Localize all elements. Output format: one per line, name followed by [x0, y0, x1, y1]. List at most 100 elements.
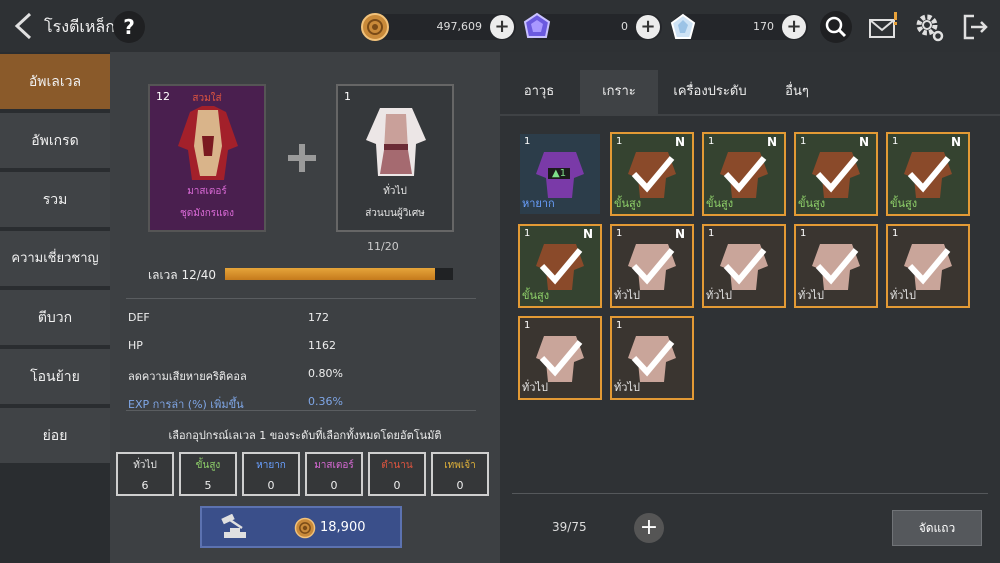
level-label: เลเวล 12/40 [148, 268, 217, 282]
wizard-top-armor-icon [366, 108, 426, 176]
search-icon [825, 16, 847, 38]
inventory-slot[interactable]: 1 ทั่วไป [610, 316, 694, 400]
material-grade: ทั่วไป [383, 186, 407, 197]
mail-icon[interactable] [868, 12, 898, 42]
help-button[interactable]: ? [113, 11, 145, 43]
inventory-slot[interactable]: 1 ทั่วไป [702, 224, 786, 308]
checkmark-icon [539, 340, 583, 377]
checkmark-icon [539, 248, 583, 285]
grade-filter-rare[interactable]: หายาก 0 [242, 452, 300, 496]
level-progress-bar [225, 268, 453, 280]
inventory-slot[interactable]: 1 N ขั้นสูง [518, 224, 602, 308]
checkmark-icon [723, 248, 767, 285]
checkmark-icon [907, 248, 951, 285]
grade-filter-master[interactable]: มาสเตอร์ 0 [305, 452, 363, 496]
inventory-panel: อาวุธ เกราะ เครื่องประดับ อื่นๆ 1 ▲1 หายาก… [500, 52, 1000, 563]
inventory-slot[interactable]: 1 N ขั้นสูง [794, 132, 878, 216]
inventory-slot[interactable]: 1 N ทั่วไป [610, 224, 694, 308]
target-name: ชุดมังกรแดง [179, 208, 234, 219]
crystal-currency: 170 + [670, 13, 808, 40]
expand-inventory-button[interactable]: + [634, 513, 664, 543]
menu-item-dismantle[interactable]: ย่อย [0, 408, 110, 464]
tab-accessories[interactable]: เครื่องประดับ [660, 70, 760, 114]
checkmark-icon [723, 156, 767, 193]
grade-filter-advanced[interactable]: ขั้นสูง 5 [179, 452, 237, 496]
sort-button[interactable]: จัดแถว [892, 510, 982, 546]
level-up-cost: 18,900 [320, 520, 366, 535]
purple-gem-amount: 0 [621, 20, 628, 33]
gear-icon[interactable] [914, 12, 944, 42]
menu-item-combine[interactable]: รวม [0, 172, 110, 228]
top-bar: โรงตีเหล็ก ? 497,609 + 0 + 170 + [0, 0, 1000, 52]
stat-hp-value: 1162 [308, 339, 336, 352]
inventory-slot[interactable]: 1 N ขั้นสูง [610, 132, 694, 216]
material-card[interactable]: 1 ทั่วไป ส่วนบนผู้วิเศษ [336, 84, 454, 232]
checkmark-icon [631, 248, 675, 285]
new-badge: N [675, 227, 686, 241]
tabs-underline [500, 114, 1000, 116]
grade-count: 0 [456, 479, 464, 492]
inventory-slot[interactable]: 1 ทั่วไป [886, 224, 970, 308]
grade-filter-legend[interactable]: ตำนาน 0 [368, 452, 426, 496]
material-level: 1 [344, 90, 351, 103]
slot-grade: ทั่วไป [522, 381, 548, 394]
gold-coin-icon [294, 517, 316, 539]
menu-item-upgrade[interactable]: อัพเกรด [0, 113, 110, 169]
stat-hp-label: HP [128, 339, 143, 352]
tab-armor[interactable]: เกราะ [580, 70, 658, 114]
auto-select-note: เลือกอุปกรณ์เลเวล 1 ของระดับที่เลือกทั้ง… [168, 429, 442, 442]
upgrade-arrow-badge: ▲1 [548, 168, 571, 179]
menu-item-transfer[interactable]: โอนย้าย [0, 349, 110, 405]
grade-label: มาสเตอร์ [314, 460, 354, 471]
menu-item-level-up[interactable]: อัพเลเวล [0, 54, 110, 110]
stat-def-label: DEF [128, 311, 150, 324]
stat-crit-reduction-value: 0.80% [308, 367, 343, 380]
inventory-slot[interactable]: 1 ▲1 หายาก [518, 132, 602, 216]
level-up-button[interactable]: 18,900 [200, 506, 402, 548]
slot-grade: ขั้นสูง [614, 197, 642, 210]
target-equipment-card[interactable]: 12 สวมใส่ มาสเตอร์ ชุดมังกรแดง [148, 84, 266, 232]
inventory-slot[interactable]: 1 N ขั้นสูง [702, 132, 786, 216]
grade-filter-god[interactable]: เทพเจ้า 0 [431, 452, 489, 496]
gold-currency: 497,609 + [361, 13, 516, 41]
new-badge: N [859, 135, 870, 149]
back-arrow-icon[interactable] [12, 12, 34, 40]
grade-label: ตำนาน [381, 460, 413, 471]
slot-grade: ขั้นสูง [706, 197, 734, 210]
checkmark-icon [815, 156, 859, 193]
inventory-slot[interactable]: 1 N ขั้นสูง [886, 132, 970, 216]
grade-filter-common[interactable]: ทั่วไป 6 [116, 452, 174, 496]
search-button[interactable] [820, 11, 852, 43]
inventory-count: 39/75 [552, 520, 587, 534]
exit-icon[interactable] [960, 12, 990, 42]
grade-count: 0 [393, 479, 401, 492]
checkmark-icon [631, 340, 675, 377]
target-slot-name: สวมใส่ [192, 93, 222, 104]
inventory-slot[interactable]: 1 ทั่วไป [518, 316, 602, 400]
inventory-slot[interactable]: 1 ทั่วไป [794, 224, 878, 308]
slot-grade: ทั่วไป [798, 289, 824, 302]
tab-others[interactable]: อื่นๆ [762, 70, 832, 114]
grade-label: เทพเจ้า [444, 460, 476, 471]
grade-label: หายาก [256, 460, 286, 471]
add-crystal-button[interactable]: + [782, 15, 806, 39]
grade-count: 0 [267, 479, 275, 492]
red-dragon-armor-icon [178, 106, 238, 180]
menu-item-mastery[interactable]: ความเชี่ยวชาญ [0, 231, 110, 287]
new-badge: N [767, 135, 778, 149]
crystal-icon [670, 13, 696, 39]
tab-weapons[interactable]: อาวุธ [500, 70, 578, 114]
slot-grade: ขั้นสูง [890, 197, 918, 210]
gold-coin-icon [361, 13, 389, 41]
new-badge: N [675, 135, 686, 149]
menu-item-enhance[interactable]: ตีบวก [0, 290, 110, 346]
grade-label: ขั้นสูง [195, 460, 221, 471]
grade-count: 6 [141, 479, 149, 492]
gold-amount: 497,609 [436, 20, 483, 33]
crystal-amount: 170 [753, 20, 774, 33]
add-purple-gem-button[interactable]: + [636, 15, 660, 39]
slot-grade: ทั่วไป [890, 289, 916, 302]
stat-exp-value: 0.36% [308, 395, 343, 408]
add-gold-button[interactable]: + [490, 15, 514, 39]
level-progress-fill [225, 268, 435, 280]
